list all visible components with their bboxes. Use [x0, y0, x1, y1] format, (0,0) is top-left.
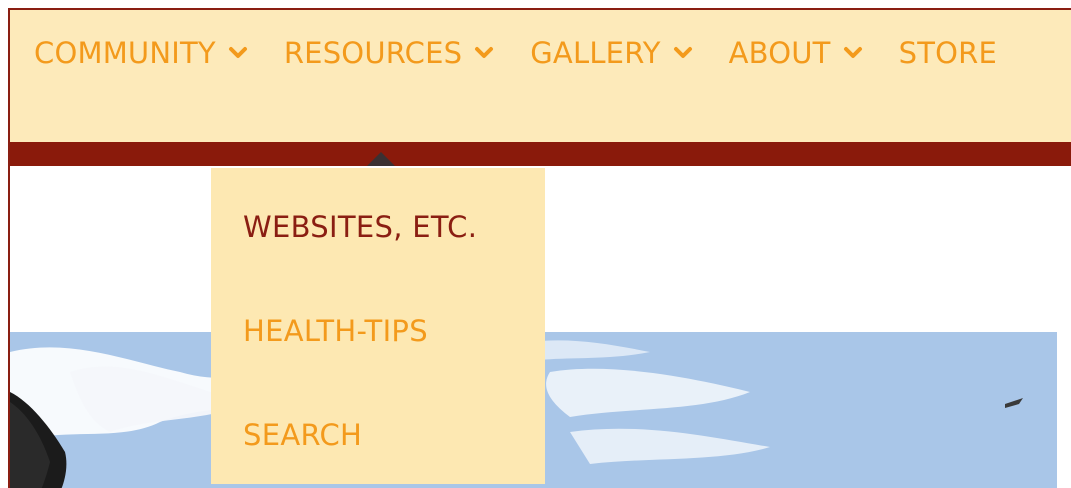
dropdown-pointer	[367, 152, 395, 166]
nav-menu: COMMUNITY RESOURCES GALLERY ABOUT STORE	[34, 36, 1033, 70]
dropdown-item-websites[interactable]: WEBSITES, ETC.	[243, 210, 477, 244]
accent-bar	[10, 142, 1071, 166]
chevron-down-icon	[843, 47, 862, 58]
nav-item-label: COMMUNITY	[34, 36, 216, 70]
nav-item-gallery[interactable]: GALLERY	[530, 36, 692, 70]
nav-item-label: RESOURCES	[283, 36, 463, 70]
resources-dropdown-menu: WEBSITES, ETC. HEALTH-TIPS SEARCH	[211, 168, 545, 484]
page-frame: COMMUNITY RESOURCES GALLERY ABOUT STORE …	[8, 8, 1071, 488]
dropdown-item-search[interactable]: SEARCH	[243, 418, 362, 452]
dropdown-item-health-tips[interactable]: HEALTH-TIPS	[243, 314, 428, 348]
main-navigation: COMMUNITY RESOURCES GALLERY ABOUT STORE	[10, 10, 1071, 142]
nav-item-label: STORE	[898, 36, 998, 70]
chevron-down-icon	[228, 47, 247, 58]
nav-item-resources[interactable]: RESOURCES	[284, 36, 494, 70]
nav-item-label: GALLERY	[530, 36, 661, 70]
nav-item-store[interactable]: STORE	[899, 36, 997, 70]
chevron-down-icon	[475, 47, 494, 58]
nav-item-about[interactable]: ABOUT	[729, 36, 863, 70]
nav-item-community[interactable]: COMMUNITY	[34, 36, 248, 70]
chevron-down-icon	[673, 47, 692, 58]
nav-item-label: ABOUT	[728, 36, 831, 70]
